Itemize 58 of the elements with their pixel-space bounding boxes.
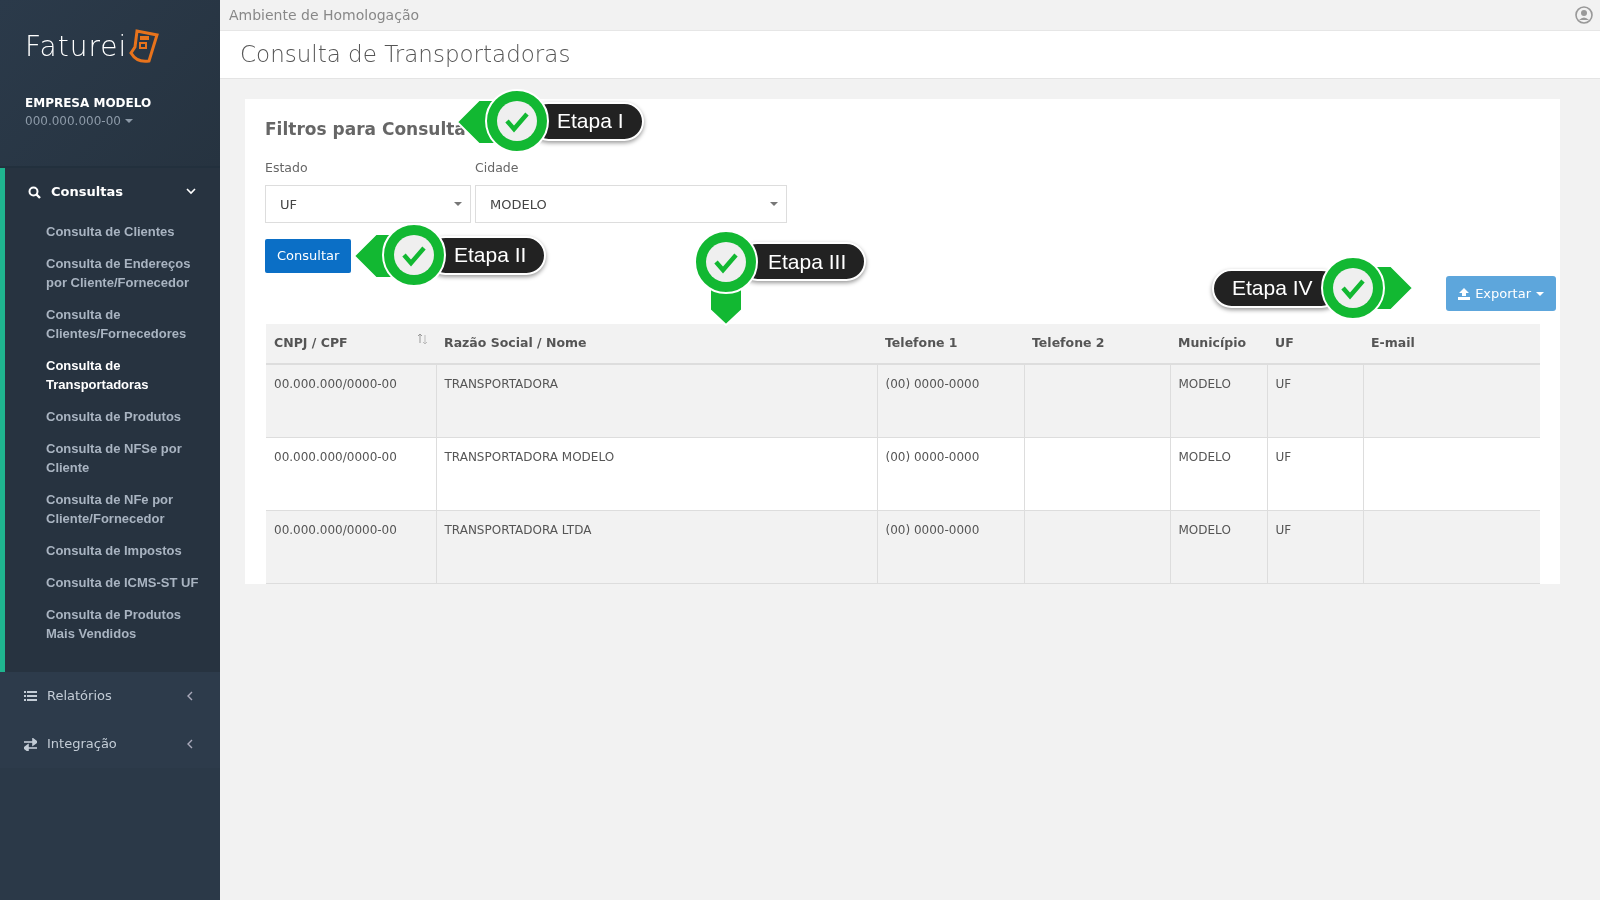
list-icon: [24, 689, 37, 703]
select-field[interactable]: UF: [265, 185, 471, 224]
menu-item[interactable]: Consulta de Clientes/Fornecedores: [5, 299, 220, 350]
menu-group[interactable]: Integração: [0, 720, 220, 768]
company-name: EMPRESA MODELO: [25, 95, 153, 112]
table-cell: MODELO: [1178, 377, 1231, 391]
section-title: Filtros para Consulta: [265, 118, 466, 141]
field-label: Cidade: [475, 158, 520, 177]
table-cell: 00.000.000/0000-00: [274, 377, 397, 391]
caret-icon: [454, 202, 462, 207]
table-cell: UF: [1275, 449, 1292, 464]
logo-icon: [127, 29, 162, 65]
column-header: Telefone 2: [1024, 324, 1170, 364]
menu-item[interactable]: Consulta de Produtos Mais Vendidos: [5, 599, 220, 650]
table-cell: 00.000.000/0000-00: [274, 449, 397, 464]
table-cell: TRANSPORTADORA MODELO: [444, 449, 615, 464]
column-header: UF: [1267, 324, 1363, 364]
menu-item[interactable]: Consulta de NFSe por Cliente: [5, 433, 220, 484]
menu-item[interactable]: Consulta de NFe por Cliente/Fornecedor: [5, 484, 220, 535]
column-header[interactable]: CNPJ / CPF: [266, 324, 436, 364]
table-cell: (00) 0000-0000: [885, 377, 980, 391]
user-icon[interactable]: [1575, 6, 1593, 24]
caret-icon: [1536, 291, 1544, 296]
table-cell: UF: [1275, 377, 1292, 391]
upload-icon: [1458, 287, 1471, 300]
caret-icon[interactable]: [124, 119, 133, 123]
table-cell: (00) 0000-0000: [885, 449, 980, 464]
search-icon: [28, 185, 41, 199]
table-cell: 00.000.000/0000-00: [274, 522, 397, 537]
select-field[interactable]: MODELO: [475, 185, 787, 224]
company-selector[interactable]: 000.000.000-00: [25, 112, 121, 130]
menu-item[interactable]: Consulta de Produtos: [5, 401, 220, 433]
field-label: Estado: [265, 158, 309, 177]
chevron-down-icon: [186, 187, 196, 197]
sort-icon[interactable]: [417, 334, 428, 346]
column-header: Telefone 1: [877, 324, 1024, 364]
table-cell: (00) 0000-0000: [885, 522, 980, 537]
table-cell: MODELO: [1178, 449, 1231, 464]
menu-item[interactable]: Consulta de Endereços por Cliente/Fornecedor: [5, 248, 220, 299]
menu-group[interactable]: Consultas: [5, 168, 220, 216]
caret-icon: [770, 202, 778, 207]
column-header: Município: [1170, 324, 1267, 364]
column-header: Razão Social / Nome: [436, 324, 877, 364]
table-cell: TRANSPORTADORA: [444, 377, 558, 391]
menu-group[interactable]: Relatórios: [0, 672, 220, 720]
logo-text: Faturei: [25, 29, 128, 65]
arrows-icon: [24, 737, 37, 751]
environment-label: Ambiente de Homologação: [229, 5, 420, 25]
menu-item[interactable]: Consulta de Transportadoras: [5, 350, 220, 401]
submit-button[interactable]: Consultar: [265, 239, 352, 273]
column-header: E-mail: [1363, 324, 1540, 364]
table-cell: TRANSPORTADORA LTDA: [444, 522, 592, 537]
menu-item[interactable]: Consulta de Clientes: [5, 216, 220, 248]
menu-item[interactable]: Consulta de Impostos: [5, 535, 220, 567]
table-cell: MODELO: [1178, 522, 1231, 537]
menu-item[interactable]: Consulta de ICMS-ST UF: [5, 567, 220, 599]
table-cell: UF: [1275, 522, 1292, 537]
page-title: Consulta de Transportadoras: [220, 31, 1600, 79]
